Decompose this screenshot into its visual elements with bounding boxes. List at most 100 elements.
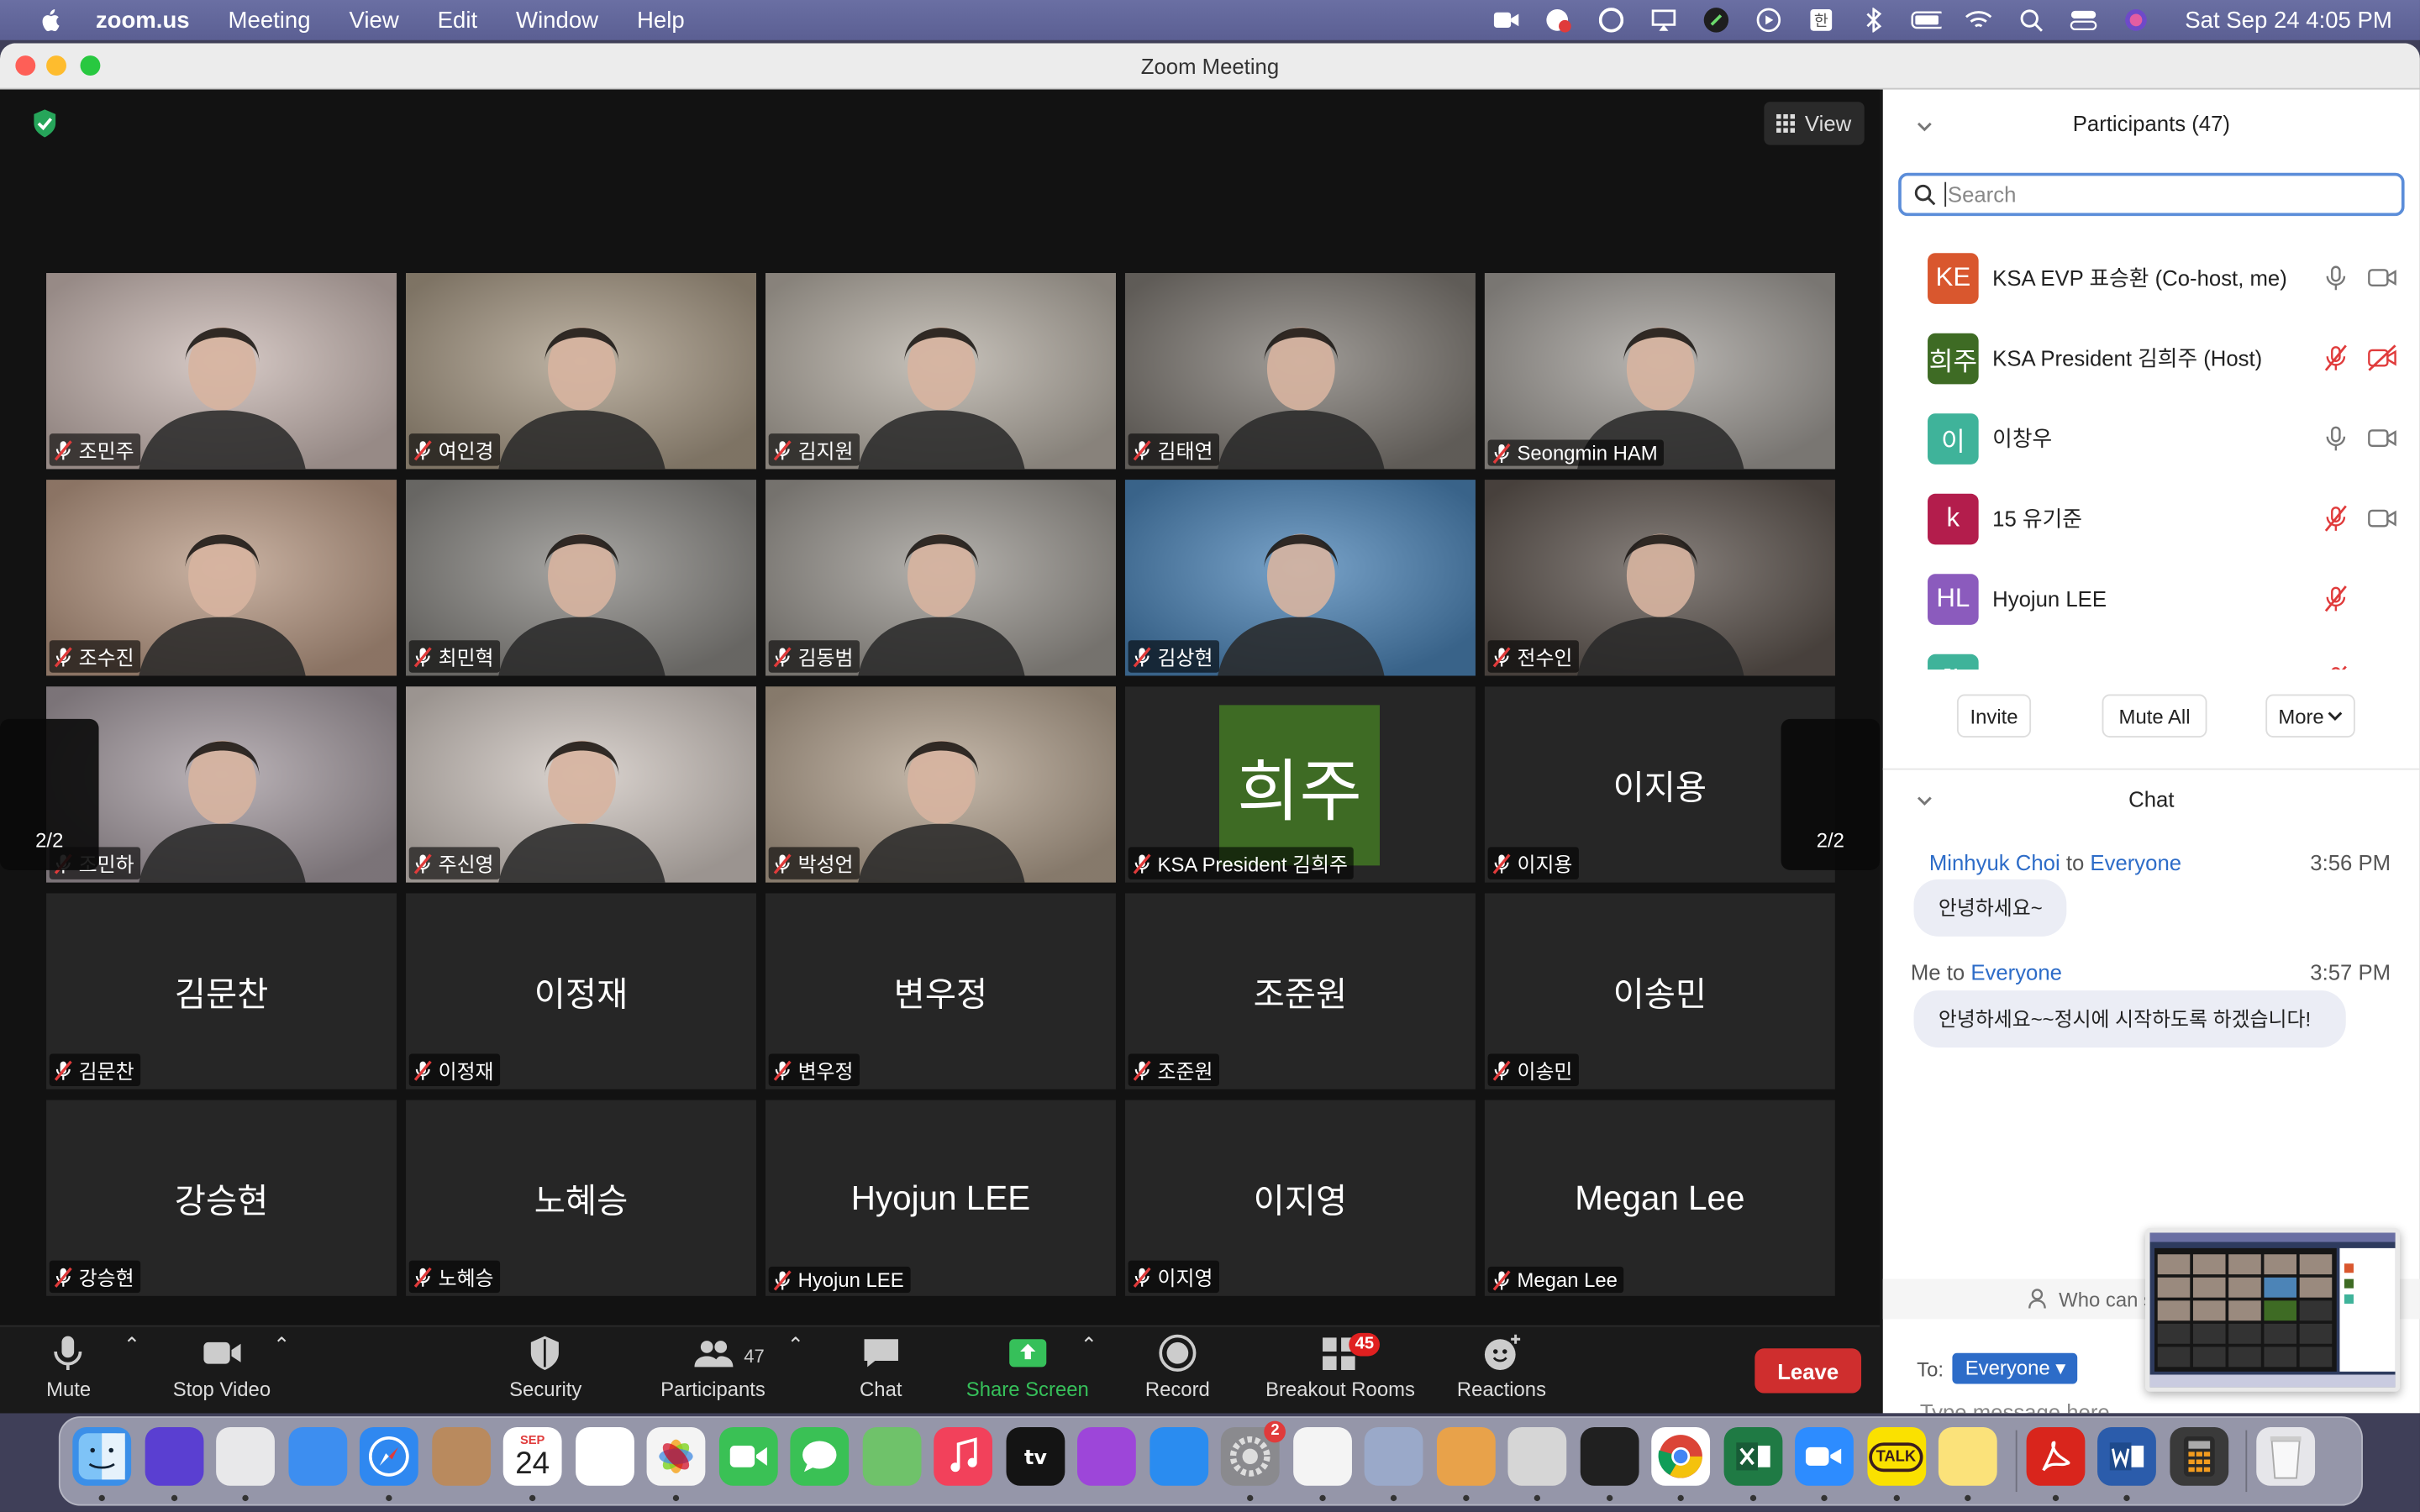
battery-icon[interactable] bbox=[1910, 6, 1942, 34]
finder-icon[interactable] bbox=[72, 1426, 132, 1486]
video-tile[interactable]: 변우정 변우정 bbox=[765, 893, 1116, 1089]
stop-video-button[interactable]: Stop Video bbox=[173, 1333, 271, 1401]
app-store-icon[interactable] bbox=[1149, 1426, 1208, 1486]
chat-button[interactable]: Chat bbox=[860, 1333, 902, 1401]
participant-row[interactable]: k 15 유기준 bbox=[1883, 478, 2420, 559]
safari-icon[interactable] bbox=[359, 1426, 418, 1486]
video-tile[interactable]: Hyojun LEE Hyojun LEE bbox=[765, 1100, 1116, 1296]
zoom-icon[interactable] bbox=[1795, 1426, 1854, 1486]
chat-message-bubble[interactable]: 안녕하세요~~정시에 시작하도록 하겠습니다! bbox=[1913, 990, 2346, 1048]
participants-options-chevron-icon[interactable]: ⌃ bbox=[787, 1333, 804, 1357]
video-off-tray-icon[interactable] bbox=[1543, 6, 1574, 34]
minimize-button[interactable] bbox=[46, 55, 66, 76]
facetime-icon[interactable] bbox=[718, 1426, 777, 1486]
video-tile[interactable]: 조민주 bbox=[46, 273, 397, 470]
share-screen-button[interactable]: Share Screen bbox=[966, 1333, 1089, 1401]
menu-view[interactable]: View bbox=[349, 7, 398, 33]
trash-icon[interactable] bbox=[2256, 1426, 2316, 1486]
video-tile[interactable]: 김지원 bbox=[765, 273, 1116, 470]
wifi-icon[interactable] bbox=[1963, 6, 1994, 34]
photos-icon[interactable] bbox=[646, 1426, 706, 1486]
video-tile[interactable]: 이정재 이정재 bbox=[406, 893, 756, 1089]
video-tile[interactable]: 주신영 bbox=[406, 686, 756, 883]
zoom-tray-icon[interactable] bbox=[1491, 6, 1522, 34]
launchpad-icon[interactable] bbox=[216, 1426, 275, 1486]
share-options-chevron-icon[interactable]: ⌃ bbox=[1081, 1333, 1097, 1357]
view-button[interactable]: View bbox=[1764, 102, 1865, 145]
kakaotalk-icon[interactable]: TALK bbox=[1866, 1426, 1926, 1486]
breakout-rooms-button[interactable]: Breakout Rooms 45 bbox=[1265, 1332, 1415, 1401]
screenshot-preview-thumbnail[interactable] bbox=[2145, 1228, 2401, 1392]
video-tile[interactable]: Megan Lee Megan Lee bbox=[1484, 1100, 1835, 1296]
spotlight-icon[interactable] bbox=[2015, 6, 2046, 34]
activity-monitor-icon[interactable] bbox=[1579, 1426, 1639, 1486]
video-tile[interactable]: 김문찬 김문찬 bbox=[46, 893, 397, 1089]
video-tile[interactable]: 김태연 bbox=[1124, 273, 1476, 470]
mute-all-button[interactable]: Mute All bbox=[2102, 694, 2207, 738]
bluetooth-icon[interactable] bbox=[1858, 6, 1889, 34]
close-button[interactable] bbox=[15, 55, 36, 76]
video-tile[interactable]: 노혜승 노혜승 bbox=[406, 1100, 756, 1296]
tv-icon[interactable]: tv bbox=[1005, 1426, 1065, 1486]
video-tile[interactable]: 희주 KSA President 김희주 bbox=[1124, 686, 1476, 883]
video-tile[interactable]: 이지영 이지영 bbox=[1124, 1100, 1476, 1296]
calendar-icon[interactable]: SEP 24 bbox=[502, 1426, 562, 1486]
chat-sender[interactable]: Minhyuk Choi bbox=[1929, 850, 2060, 874]
participant-row[interactable]: KE KSA EVP 표승환 (Co-host, me) bbox=[1883, 238, 2420, 318]
python-icon[interactable] bbox=[1292, 1426, 1352, 1486]
shortcut-icon[interactable] bbox=[1701, 6, 1732, 34]
video-tile[interactable]: 김상현 bbox=[1124, 480, 1476, 676]
mute-button[interactable]: Mute bbox=[46, 1333, 91, 1401]
reactions-button[interactable]: Reactions bbox=[1457, 1333, 1546, 1401]
music-icon[interactable] bbox=[934, 1426, 992, 1486]
menu-window[interactable]: Window bbox=[516, 7, 598, 33]
siri-tray-icon[interactable] bbox=[2120, 6, 2151, 34]
video-tile[interactable]: 여인경 bbox=[406, 273, 756, 470]
menu-app-name[interactable]: zoom.us bbox=[96, 7, 190, 33]
participant-row[interactable]: HL Hyojun LEE bbox=[1883, 559, 2420, 639]
video-tile[interactable]: 이송민 이송민 bbox=[1484, 893, 1835, 1089]
apple-icon[interactable] bbox=[34, 5, 65, 36]
word-icon[interactable] bbox=[2097, 1426, 2156, 1486]
participant-search-input[interactable]: Search bbox=[1898, 172, 2405, 217]
screen-mirror-icon[interactable] bbox=[1648, 6, 1679, 34]
video-tile[interactable]: 김동범 bbox=[765, 480, 1116, 676]
video-tile[interactable]: 박성언 bbox=[765, 686, 1116, 883]
video-tile[interactable]: 전수인 bbox=[1484, 480, 1835, 676]
chat-recipient[interactable]: Everyone bbox=[1970, 959, 2062, 984]
recipient-dropdown[interactable]: Everyone ▾ bbox=[1953, 1352, 2078, 1384]
notes-icon[interactable] bbox=[1938, 1426, 1997, 1486]
excel-icon[interactable] bbox=[1723, 1426, 1782, 1486]
security-button[interactable]: Security bbox=[509, 1333, 581, 1401]
encryption-shield-icon[interactable] bbox=[31, 108, 59, 139]
video-tile[interactable]: 조수진 bbox=[46, 480, 397, 676]
participants-button[interactable]: Participants 47 bbox=[660, 1333, 765, 1401]
more-button[interactable]: More bbox=[2265, 694, 2355, 738]
podcasts-icon[interactable] bbox=[1077, 1426, 1136, 1486]
calculator-icon[interactable] bbox=[2169, 1426, 2228, 1486]
chrome-icon[interactable] bbox=[1651, 1426, 1711, 1486]
prev-page-button[interactable]: 2/2 bbox=[0, 718, 99, 870]
menu-help[interactable]: Help bbox=[637, 7, 685, 33]
input-source-icon[interactable]: 한 bbox=[1805, 6, 1836, 34]
participant-row[interactable]: 이 이창우 bbox=[1883, 398, 2420, 479]
mute-options-chevron-icon[interactable]: ⌃ bbox=[124, 1333, 140, 1357]
play-icon[interactable] bbox=[1753, 6, 1784, 34]
system-preferences-icon[interactable]: 2 bbox=[1220, 1420, 1286, 1486]
mail-icon[interactable] bbox=[287, 1426, 347, 1486]
video-tile[interactable]: 조민하 bbox=[46, 686, 397, 883]
control-center-icon[interactable] bbox=[2068, 6, 2099, 34]
messages-icon[interactable] bbox=[790, 1426, 850, 1486]
menu-edit[interactable]: Edit bbox=[438, 7, 477, 33]
video-options-chevron-icon[interactable]: ⌃ bbox=[273, 1333, 290, 1357]
video-tile[interactable]: 조준원 조준원 bbox=[1124, 893, 1476, 1089]
chat-message-bubble[interactable]: 안녕하세요~ bbox=[1913, 879, 2068, 937]
preview-icon[interactable] bbox=[1436, 1426, 1495, 1486]
participant-list[interactable]: KE KSA EVP 표승환 (Co-host, me) 희주 KSA Preside… bbox=[1883, 238, 2420, 670]
utility-icon[interactable] bbox=[1364, 1426, 1423, 1486]
invite-button[interactable]: Invite bbox=[1956, 694, 2032, 738]
chat-message-input[interactable]: Type message here... bbox=[1920, 1399, 2128, 1414]
video-tile[interactable]: 최민혁 bbox=[406, 480, 756, 676]
participant-row[interactable]: JL Jonghyun LEE bbox=[1883, 638, 2420, 670]
record-button[interactable]: Record bbox=[1145, 1333, 1210, 1401]
